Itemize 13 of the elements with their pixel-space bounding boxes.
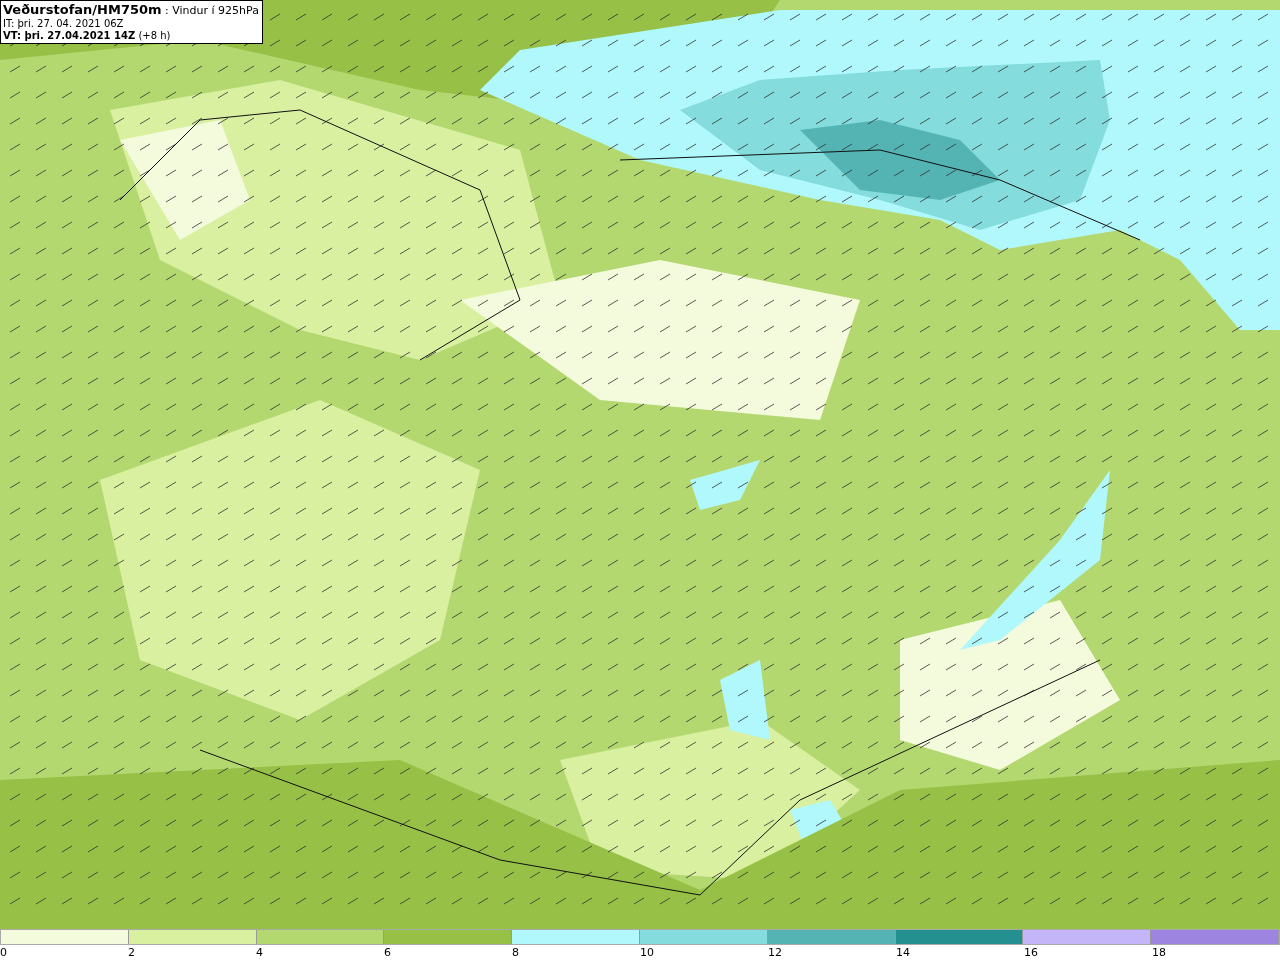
- title-text: IT: þri. 27. 04. 2021 06Z: [3, 18, 125, 30]
- scale-label: 10: [640, 945, 654, 960]
- title-text: Veðurstofan/HM750m : Vindur í 925hPa: [3, 2, 259, 18]
- title-text: VT: þri. 27.04.2021 14Z (+8 h): [3, 30, 172, 42]
- scale-label: 16: [1024, 945, 1038, 960]
- scale-label: 2: [128, 945, 135, 960]
- scale-label: 6: [384, 945, 391, 960]
- scale-label: 14: [896, 945, 910, 960]
- scale-label: 8: [512, 945, 519, 960]
- scale-label: 4: [256, 945, 263, 960]
- scale-label: 0: [0, 945, 7, 960]
- scale-label: 12: [768, 945, 782, 960]
- scale-label: 18: [1152, 945, 1166, 960]
